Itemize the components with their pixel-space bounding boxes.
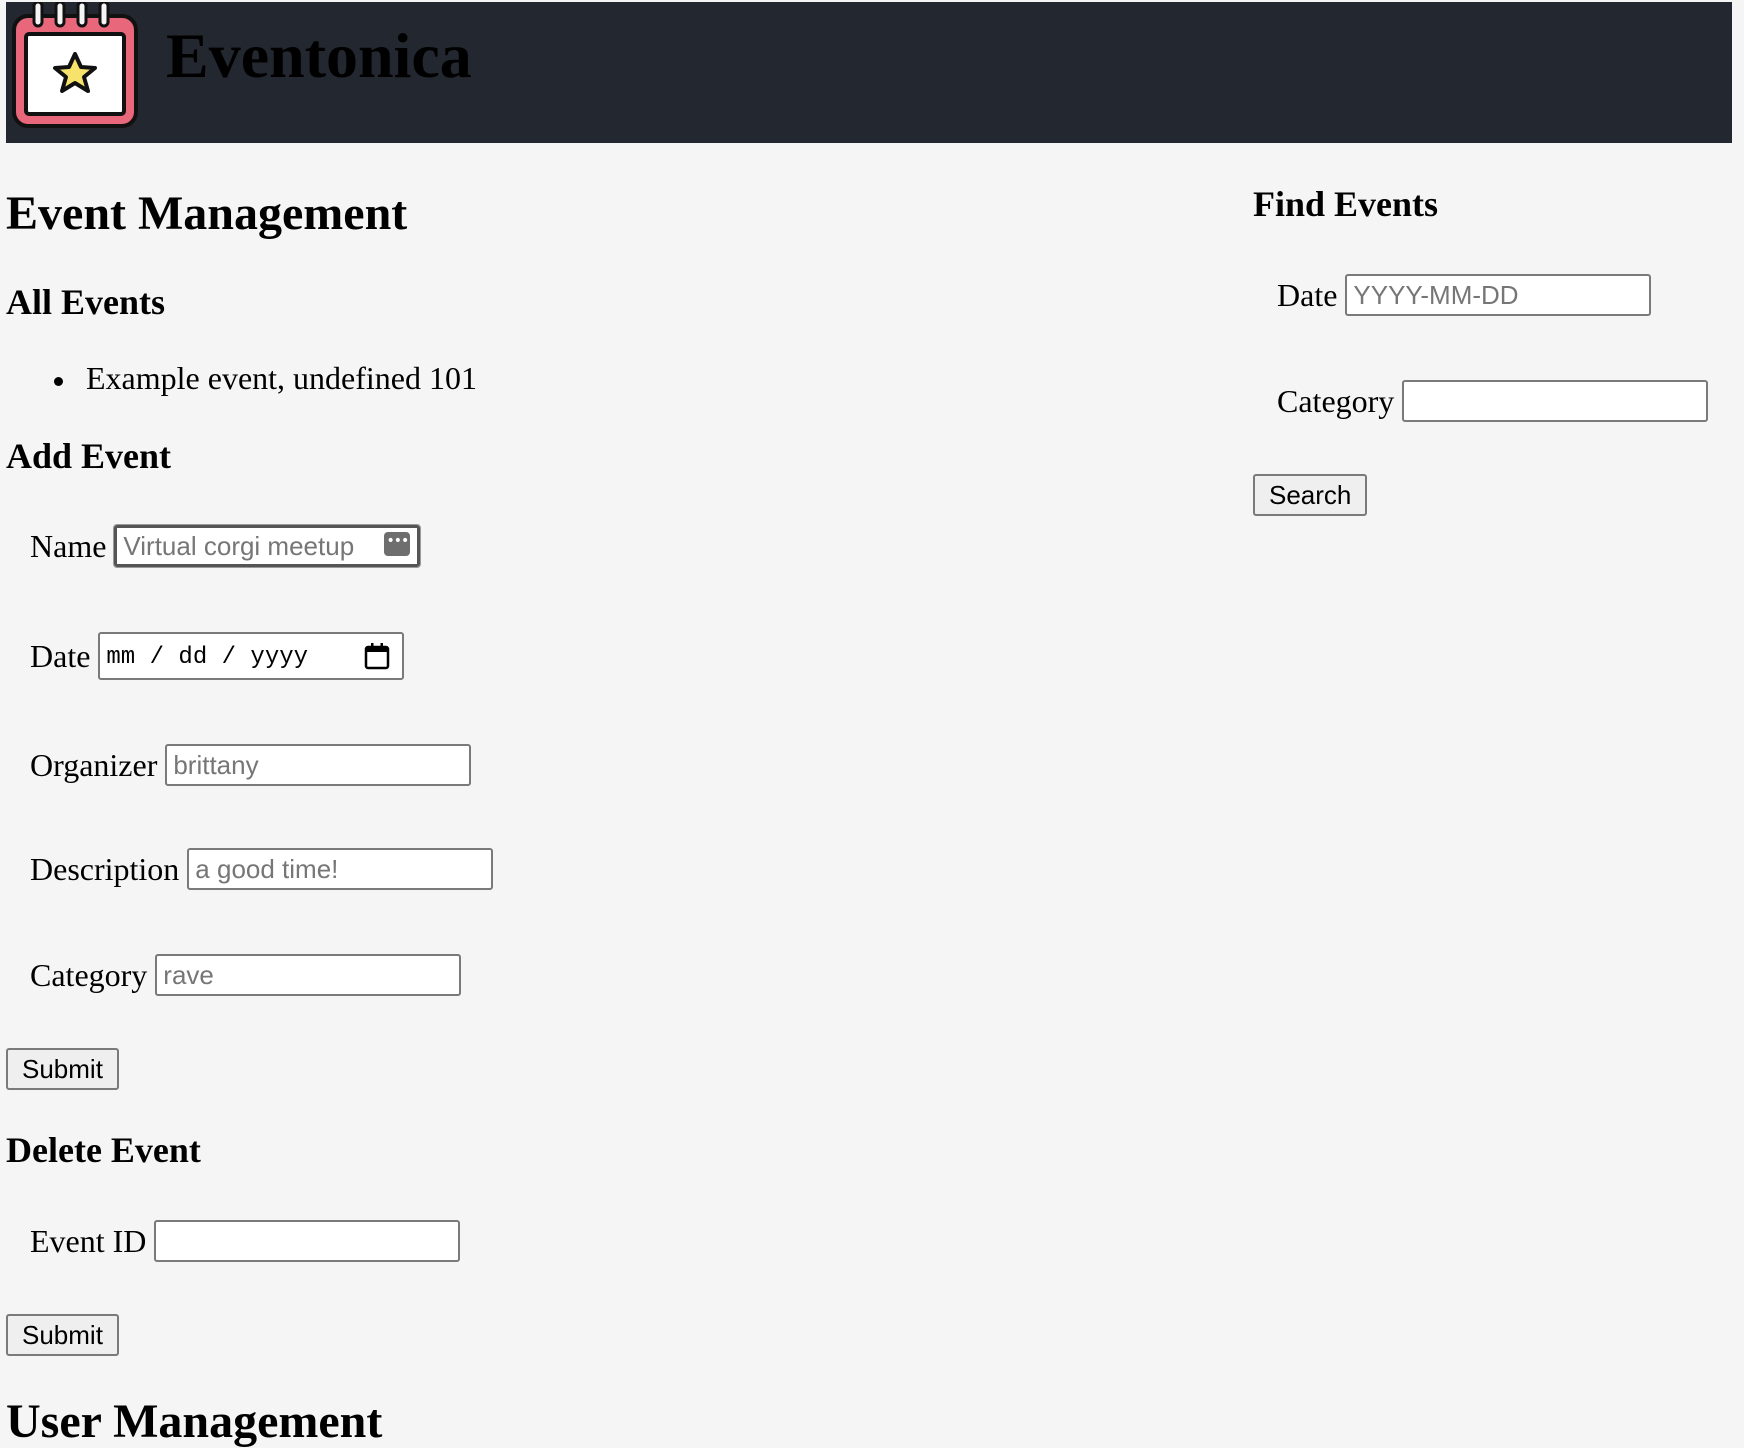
date-placeholder: mm / dd / yyyy bbox=[106, 644, 309, 671]
find-category-row: Category bbox=[1277, 380, 1709, 422]
user-management-heading: User Management bbox=[6, 1395, 383, 1448]
organizer-label: Organizer bbox=[30, 747, 158, 783]
event-list: Example event, undefined 101 bbox=[50, 360, 477, 397]
name-input[interactable] bbox=[113, 524, 422, 568]
search-button[interactable]: Search bbox=[1253, 474, 1368, 516]
category-input[interactable] bbox=[155, 954, 462, 996]
list-item: Example event, undefined 101 bbox=[50, 360, 477, 397]
name-field-wrap: ••• bbox=[113, 524, 422, 568]
app-header: Eventonica bbox=[6, 2, 1732, 143]
event-id-input[interactable] bbox=[154, 1220, 461, 1262]
all-events-heading: All Events bbox=[6, 282, 166, 322]
find-events-heading: Find Events bbox=[1253, 184, 1439, 224]
category-row: Category bbox=[30, 954, 462, 996]
name-label: Name bbox=[30, 528, 107, 564]
find-category-label: Category bbox=[1277, 383, 1395, 419]
add-event-submit-button[interactable]: Submit bbox=[6, 1048, 119, 1090]
date-row: Date mm / dd / yyyy bbox=[30, 632, 405, 680]
calendar-star-logo-icon bbox=[12, 2, 138, 128]
page-title: Event Management bbox=[6, 187, 408, 240]
find-date-label: Date bbox=[1277, 277, 1338, 313]
description-row: Description bbox=[30, 848, 494, 890]
date-input[interactable]: mm / dd / yyyy bbox=[98, 632, 405, 680]
brand-title: Eventonica bbox=[166, 20, 472, 91]
event-id-row: Event ID bbox=[30, 1220, 461, 1262]
description-input[interactable] bbox=[187, 848, 494, 890]
organizer-input[interactable] bbox=[165, 744, 472, 786]
find-date-row: Date bbox=[1277, 274, 1652, 316]
date-label: Date bbox=[30, 638, 91, 674]
find-category-input[interactable] bbox=[1402, 380, 1709, 422]
add-event-heading: Add Event bbox=[6, 436, 172, 476]
category-label: Category bbox=[30, 957, 148, 993]
event-id-label: Event ID bbox=[30, 1223, 147, 1259]
calendar-icon[interactable] bbox=[362, 641, 392, 671]
delete-event-submit-button[interactable]: Submit bbox=[6, 1314, 119, 1356]
find-date-input[interactable] bbox=[1345, 274, 1652, 316]
organizer-row: Organizer bbox=[30, 744, 472, 786]
delete-event-heading: Delete Event bbox=[6, 1130, 201, 1170]
autofill-icon[interactable]: ••• bbox=[384, 532, 411, 556]
name-row: Name ••• bbox=[30, 524, 422, 568]
description-label: Description bbox=[30, 851, 180, 887]
